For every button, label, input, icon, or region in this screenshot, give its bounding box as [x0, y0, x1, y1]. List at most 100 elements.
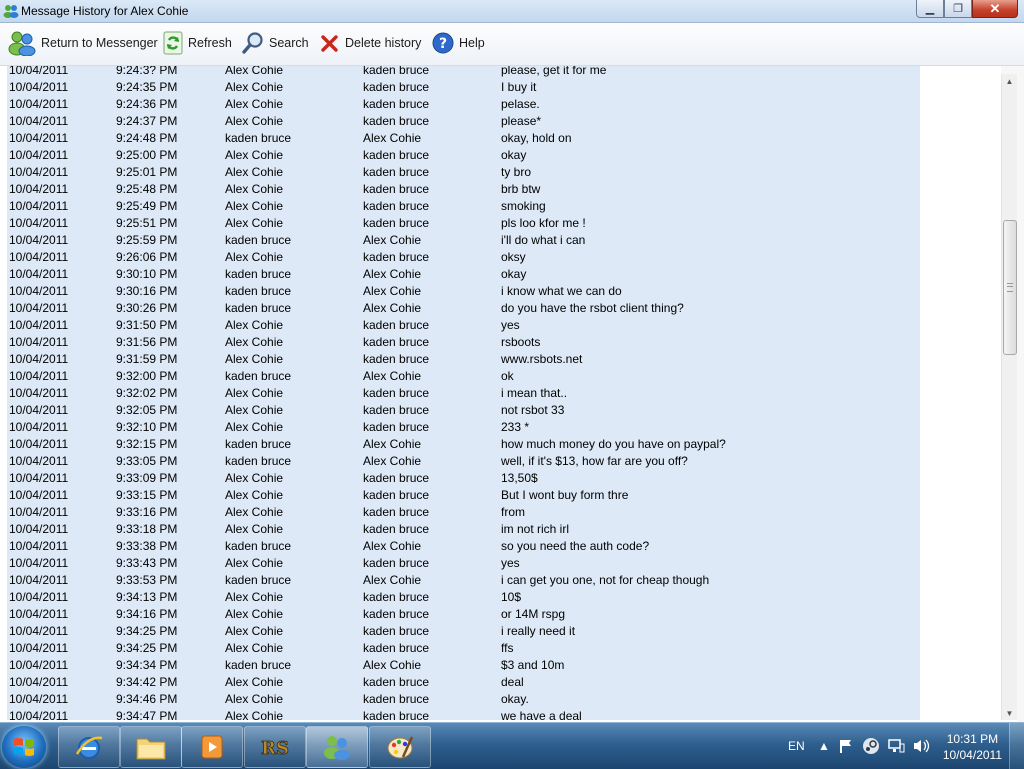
- grip-icon: [1007, 283, 1013, 292]
- table-row[interactable]: 10/04/2011 9:25:48 PM Alex Cohie kaden bruc…: [7, 180, 920, 197]
- taskbar-windows-live-messenger[interactable]: [306, 726, 368, 768]
- search-button[interactable]: Search: [242, 23, 309, 63]
- table-row[interactable]: 10/04/2011 9:33:09 PM Alex Cohie kaden bruc…: [7, 469, 920, 486]
- refresh-button[interactable]: Refresh: [163, 23, 232, 63]
- table-row[interactable]: 10/04/2011 9:33:18 PM Alex Cohie kaden bruc…: [7, 520, 920, 537]
- table-row[interactable]: 10/04/2011 9:31:59 PM Alex Cohie kaden bruc…: [7, 350, 920, 367]
- table-row[interactable]: 10/04/2011 9:32:02 PM Alex Cohie kaden bruc…: [7, 384, 920, 401]
- show-desktop-button[interactable]: [1009, 723, 1024, 769]
- steam-icon[interactable]: [862, 723, 880, 769]
- table-row[interactable]: 10/04/2011 9:33:05 PM kaden bruce Alex Cohi…: [7, 452, 920, 469]
- taskbar-internet-explorer[interactable]: [58, 726, 120, 768]
- time-cell: 9:34:25 PM: [116, 641, 178, 655]
- taskbar-paint[interactable]: [369, 726, 431, 768]
- taskbar-runescape[interactable]: RS: [244, 726, 306, 768]
- to-cell: kaden bruce: [363, 318, 430, 332]
- time-cell: 9:24:37 PM: [116, 114, 178, 128]
- time-cell: 9:34:16 PM: [116, 607, 178, 621]
- to-cell: kaden bruce: [363, 403, 430, 417]
- table-row[interactable]: 10/04/2011 9:25:01 PM Alex Cohie kaden bruc…: [7, 163, 920, 180]
- scroll-up-button[interactable]: ▲: [1002, 74, 1017, 88]
- svg-text:RS: RS: [261, 738, 289, 759]
- folder-icon: [136, 738, 166, 760]
- from-cell: kaden bruce: [225, 267, 292, 281]
- table-row[interactable]: 10/04/2011 9:32:05 PM Alex Cohie kaden bruc…: [7, 401, 920, 418]
- title-bar[interactable]: Message History for Alex Cohie ▁ ❐ ✕: [0, 0, 1024, 23]
- table-row[interactable]: 10/04/2011 9:33:38 PM kaden bruce Alex Cohi…: [7, 537, 920, 554]
- paint-icon: [387, 736, 414, 759]
- table-row[interactable]: 10/04/2011 9:32:15 PM kaden bruce Alex Cohi…: [7, 435, 920, 452]
- date-cell: 10/04/2011: [9, 590, 69, 604]
- table-row[interactable]: 10/04/2011 9:34:16 PM Alex Cohie kaden bruc…: [7, 605, 920, 622]
- message-cell: i mean that..: [501, 386, 568, 400]
- message-cell: brb btw: [501, 182, 541, 196]
- return-to-messenger-button[interactable]: Return to Messenger: [8, 23, 158, 63]
- maximize-button[interactable]: ❐: [944, 0, 972, 18]
- table-row[interactable]: 10/04/2011 9:32:00 PM kaden bruce Alex Cohi…: [7, 367, 920, 384]
- table-row[interactable]: 10/04/2011 9:34:34 PM kaden bruce Alex Cohi…: [7, 656, 920, 673]
- message-cell: ty bro: [501, 165, 532, 179]
- table-row[interactable]: 10/04/2011 9:24:36 PM Alex Cohie kaden bruc…: [7, 95, 920, 112]
- table-row[interactable]: 10/04/2011 9:25:49 PM Alex Cohie kaden bruc…: [7, 197, 920, 214]
- system-clock[interactable]: 10:31 PM 10/04/2011: [943, 731, 1002, 763]
- language-indicator[interactable]: EN: [788, 723, 805, 769]
- minimize-button[interactable]: ▁: [916, 0, 944, 18]
- show-hidden-icons-button[interactable]: ▲: [818, 723, 830, 769]
- table-row[interactable]: 10/04/2011 9:30:16 PM kaden bruce Alex Cohi…: [7, 282, 920, 299]
- taskbar-windows-explorer[interactable]: [120, 726, 182, 768]
- delete-history-button[interactable]: Delete history: [320, 23, 421, 63]
- to-cell: Alex Cohie: [363, 131, 422, 145]
- table-row[interactable]: 10/04/2011 9:30:26 PM kaden bruce Alex Cohi…: [7, 299, 920, 316]
- start-button[interactable]: [2, 726, 46, 768]
- table-row[interactable]: 10/04/2011 9:34:46 PM Alex Cohie kaden bruc…: [7, 690, 920, 707]
- table-row[interactable]: 10/04/2011 9:25:51 PM Alex Cohie kaden bruc…: [7, 214, 920, 231]
- table-row[interactable]: 10/04/2011 9:33:53 PM kaden bruce Alex Cohi…: [7, 571, 920, 588]
- to-cell: kaden bruce: [363, 352, 430, 366]
- table-row[interactable]: 10/04/2011 9:31:50 PM Alex Cohie kaden bruc…: [7, 316, 920, 333]
- table-row[interactable]: 10/04/2011 9:33:15 PM Alex Cohie kaden bruc…: [7, 486, 920, 503]
- table-row[interactable]: 10/04/2011 9:30:10 PM kaden bruce Alex Cohi…: [7, 265, 920, 282]
- scroll-down-button[interactable]: ▼: [1002, 706, 1017, 720]
- table-row[interactable]: 10/04/2011 9:26:06 PM Alex Cohie kaden bruc…: [7, 248, 920, 265]
- date-cell: 10/04/2011: [9, 199, 69, 213]
- message-cell: $3 and 10m: [501, 658, 565, 672]
- table-row[interactable]: 10/04/2011 9:24:48 PM kaden bruce Alex Cohi…: [7, 129, 920, 146]
- table-row[interactable]: 10/04/2011 9:34:13 PM Alex Cohie kaden bruc…: [7, 588, 920, 605]
- vertical-scrollbar[interactable]: ▲ ▼: [1001, 74, 1017, 720]
- table-row[interactable]: 10/04/2011 9:34:25 PM Alex Cohie kaden bruc…: [7, 622, 920, 639]
- message-cell: please*: [501, 114, 542, 128]
- network-icon[interactable]: [887, 723, 905, 769]
- date-cell: 10/04/2011: [9, 148, 69, 162]
- table-row[interactable]: 10/04/2011 9:34:25 PM Alex Cohie kaden bruc…: [7, 639, 920, 656]
- help-button[interactable]: ? Help: [432, 23, 485, 63]
- table-row[interactable]: 10/04/2011 9:34:42 PM Alex Cohie kaden bruc…: [7, 673, 920, 690]
- time-cell: 9:34:13 PM: [116, 590, 178, 604]
- table-row[interactable]: 10/04/2011 9:25:59 PM kaden bruce Alex Cohi…: [7, 231, 920, 248]
- table-row[interactable]: 10/04/2011 9:25:00 PM Alex Cohie kaden bruc…: [7, 146, 920, 163]
- message-cell: from: [501, 505, 525, 519]
- table-row[interactable]: 10/04/2011 9:31:56 PM Alex Cohie kaden bruc…: [7, 333, 920, 350]
- from-cell: Alex Cohie: [225, 675, 284, 689]
- message-history-list[interactable]: 10/04/2011 9:24:3? PM Alex Cohie kaden b…: [0, 66, 1001, 720]
- to-cell: Alex Cohie: [363, 369, 422, 383]
- date-cell: 10/04/2011: [9, 233, 69, 247]
- table-row[interactable]: 10/04/2011 9:33:43 PM Alex Cohie kaden bruc…: [7, 554, 920, 571]
- table-row[interactable]: 10/04/2011 9:32:10 PM Alex Cohie kaden bruc…: [7, 418, 920, 435]
- table-row[interactable]: 10/04/2011 9:24:35 PM Alex Cohie kaden bruc…: [7, 78, 920, 95]
- table-row[interactable]: 10/04/2011 9:24:37 PM Alex Cohie kaden bruc…: [7, 112, 920, 129]
- taskbar-media-player[interactable]: [181, 726, 243, 768]
- table-row[interactable]: 10/04/2011 9:33:16 PM Alex Cohie kaden bruc…: [7, 503, 920, 520]
- message-cell: ffs: [501, 641, 514, 655]
- to-cell: Alex Cohie: [363, 284, 422, 298]
- time-cell: 9:24:48 PM: [116, 131, 178, 145]
- close-button[interactable]: ✕: [972, 0, 1018, 18]
- scrollbar-thumb[interactable]: [1003, 220, 1017, 355]
- time-cell: 9:25:51 PM: [116, 216, 178, 230]
- action-center-icon[interactable]: [838, 723, 854, 769]
- date-cell: 10/04/2011: [9, 267, 69, 281]
- table-row-partial[interactable]: 10/04/2011 9:24:3? PM Alex Cohie kaden b…: [7, 66, 920, 78]
- volume-icon[interactable]: [912, 723, 930, 769]
- table-row[interactable]: 10/04/2011 9:34:47 PM Alex Cohie kaden bruc…: [7, 707, 920, 720]
- from-cell: Alex Cohie: [225, 488, 284, 502]
- message-cell: do you have the rsbot client thing?: [501, 301, 684, 315]
